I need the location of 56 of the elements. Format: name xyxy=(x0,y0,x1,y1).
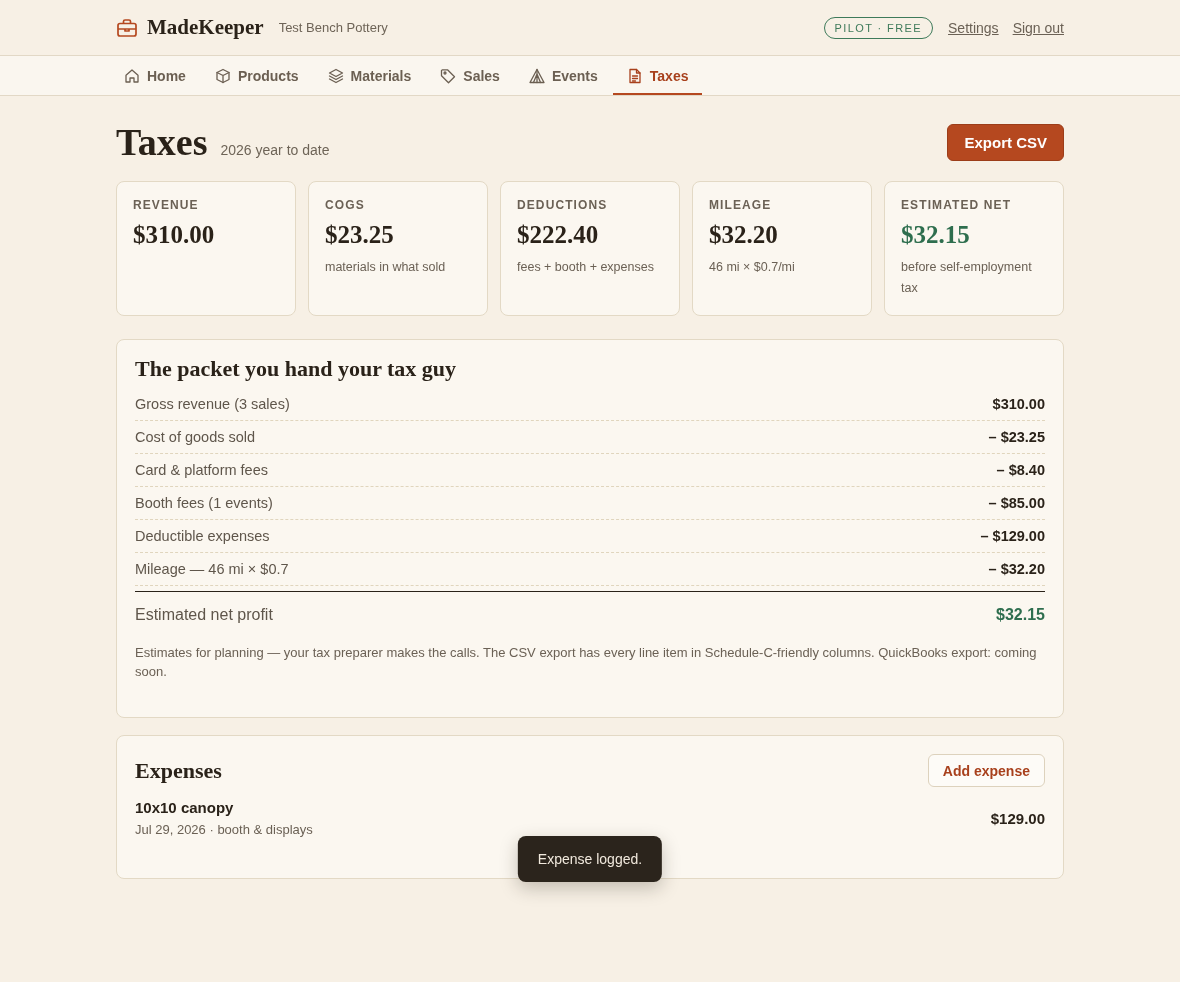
line-label: Booth fees (1 events) xyxy=(135,495,273,511)
total-amount: $32.15 xyxy=(996,605,1045,624)
expense-amount: $129.00 xyxy=(990,809,1045,827)
stat-value: $23.25 xyxy=(325,221,395,249)
tag-icon xyxy=(440,67,457,84)
layers-icon xyxy=(327,67,344,84)
workspace-name: Test Bench Pottery xyxy=(278,20,388,35)
nav-tab[interactable]: Events xyxy=(514,56,612,95)
nav-tab[interactable]: Taxes xyxy=(612,56,703,95)
cube-icon xyxy=(214,67,231,84)
toast-message: Expense logged. xyxy=(517,836,663,882)
stat-label: DEDUCTIONS xyxy=(517,198,609,212)
card-title: The packet you hand your tax guy xyxy=(135,356,458,382)
stat-value: $310.00 xyxy=(133,221,216,249)
page-subtitle: 2026 year to date xyxy=(220,142,330,158)
disclaimer-text: Estimates for planning — your tax preparer makes the calls. The CSV export has every line item in Schedule-C-friendly columns. QuickBooks export: coming soon. xyxy=(135,644,1038,681)
line-amount: – $23.25 xyxy=(988,429,1045,445)
line-amount: – $129.00 xyxy=(980,528,1045,544)
line-amount: – $32.20 xyxy=(988,561,1045,577)
expense-name: 10x10 canopy xyxy=(135,799,235,816)
tent-icon xyxy=(528,67,545,84)
stat-label: ESTIMATED NET xyxy=(901,198,1013,212)
line-label: Mileage — 46 mi × $0.7 xyxy=(135,561,289,577)
header-link[interactable]: Settings xyxy=(948,19,999,36)
stat-note: materials in what sold xyxy=(325,259,447,276)
nav-tab[interactable]: Sales xyxy=(426,56,514,95)
line-label: Cost of goods sold xyxy=(135,429,256,445)
stat-value: $32.20 xyxy=(709,221,779,249)
house-icon xyxy=(124,67,140,84)
document-icon xyxy=(626,67,643,84)
stat-value: $222.40 xyxy=(517,221,600,249)
line-label: Deductible expenses xyxy=(135,528,270,544)
expense-details: Jul 29, 2026 · booth & displays xyxy=(135,822,313,837)
line-label: Card & platform fees xyxy=(135,462,268,478)
nav-tab[interactable]: Products xyxy=(200,56,313,95)
card-title: Expenses xyxy=(135,757,222,784)
toolbox-icon xyxy=(117,18,137,37)
line-label: Gross revenue (3 sales) xyxy=(135,396,290,412)
line-amount: $310.00 xyxy=(992,396,1045,412)
total-label: Estimated net profit xyxy=(135,605,273,624)
stat-label: MILEAGE xyxy=(709,198,773,212)
page-title: Taxes xyxy=(116,123,208,161)
nav-tab[interactable]: Home xyxy=(110,56,200,95)
stat-note: 46 mi × $0.7/mi xyxy=(709,259,796,276)
nav-tab[interactable]: Materials xyxy=(313,56,426,95)
export-csv-button[interactable]: Export CSV xyxy=(947,123,1064,161)
header-link[interactable]: Sign out xyxy=(1012,19,1064,36)
add-expense-button[interactable]: Add expense xyxy=(927,754,1045,787)
stat-value: $32.15 xyxy=(901,221,971,249)
stat-note: fees + booth + expenses xyxy=(517,259,655,276)
stat-note: before self-employment tax xyxy=(901,259,1033,297)
stat-label: REVENUE xyxy=(133,198,200,212)
brand-name[interactable]: MadeKeeper xyxy=(147,15,264,40)
line-amount: – $85.00 xyxy=(988,495,1045,511)
line-amount: – $8.40 xyxy=(996,462,1045,478)
stat-label: COGS xyxy=(325,198,366,212)
